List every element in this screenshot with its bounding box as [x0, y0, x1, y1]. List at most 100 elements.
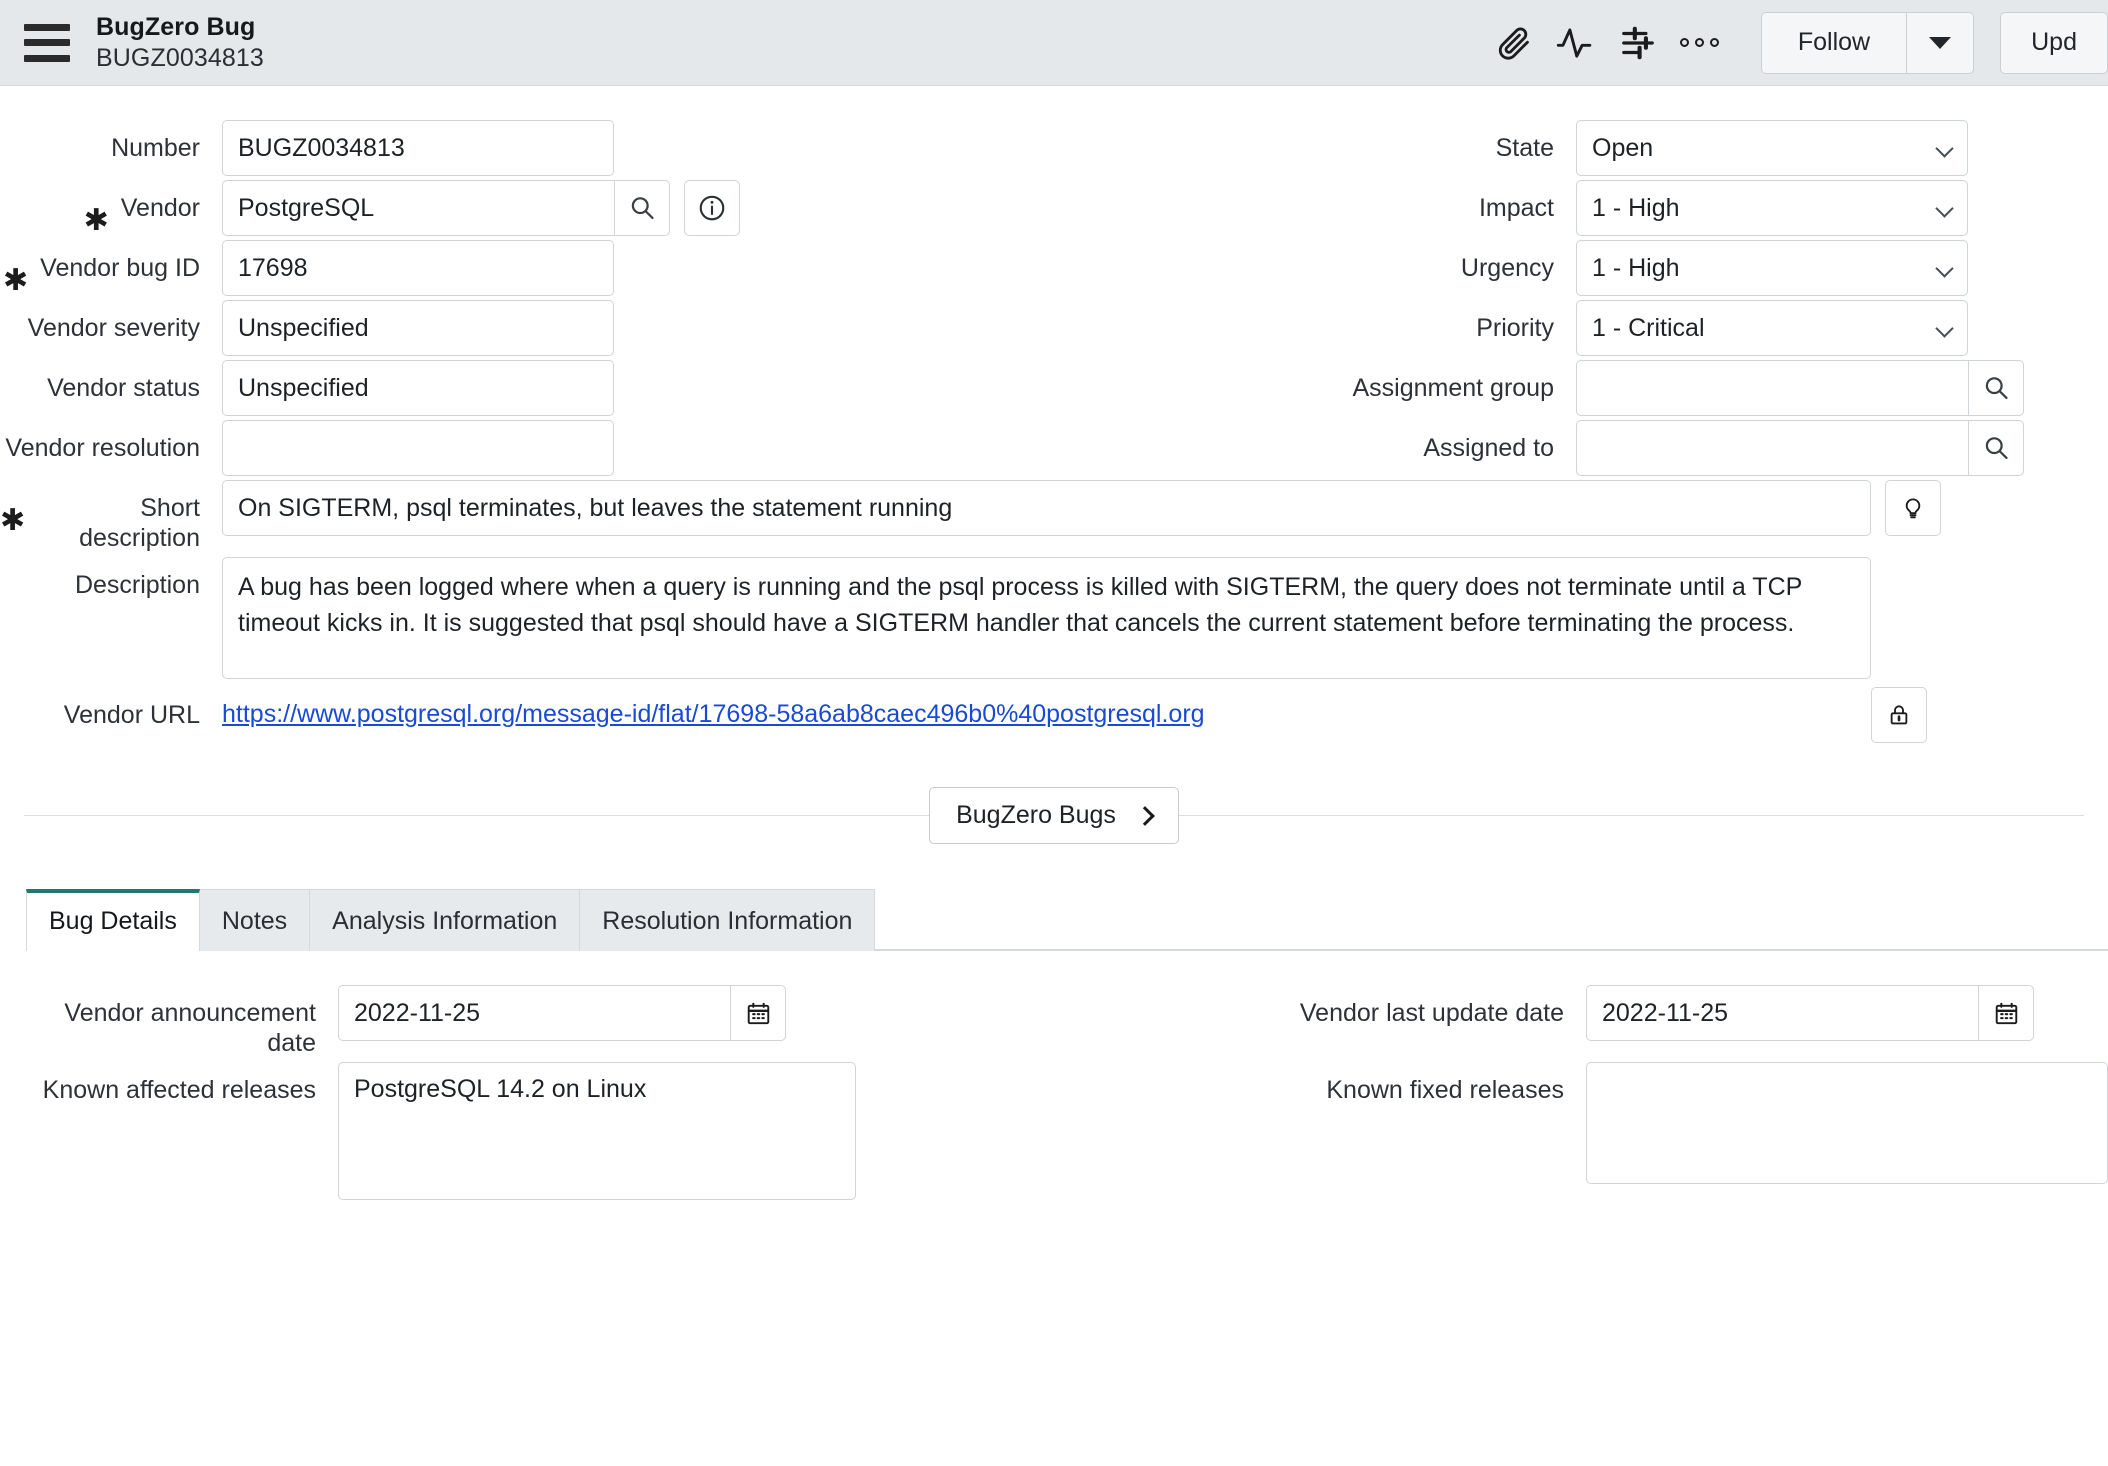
urgency-label: Urgency	[1054, 240, 1554, 284]
form-row-severity-priority: Vendor severity Priority 1 - Critical	[0, 300, 2108, 356]
tab-analysis-information[interactable]: Analysis Information	[310, 889, 580, 951]
assigned-to-input[interactable]	[1576, 420, 1968, 476]
priority-label: Priority	[1054, 300, 1554, 344]
form-row-vendor-impact: ✱ Vendor	[0, 180, 2108, 236]
record-number-title: BUGZ0034813	[96, 43, 264, 74]
field-description: Description A bug has been logged where …	[0, 557, 1871, 679]
calendar-icon-button[interactable]	[730, 985, 786, 1041]
divider-left	[24, 815, 929, 816]
known-fixed-releases-label: Known fixed releases	[1094, 1062, 1564, 1106]
field-number: Number	[0, 120, 1054, 176]
app-header: BugZero Bug BUGZ0034813 Follow	[0, 0, 2108, 86]
header-actions: Follow Upd	[1483, 0, 2108, 85]
vendor-info-button[interactable]	[684, 180, 740, 236]
vendor-severity-label: Vendor severity	[0, 300, 200, 344]
vendor-url-link[interactable]: https://www.postgresql.org/message-id/fl…	[222, 687, 1205, 729]
field-state: State Open	[1054, 120, 2108, 176]
form-row-announcement-lastupdate: Vendor announcement date	[26, 985, 2108, 1058]
known-affected-releases-textarea[interactable]: PostgreSQL 14.2 on Linux	[338, 1062, 856, 1200]
required-star-icon: ✱	[84, 194, 109, 236]
field-vendor-status: Vendor status	[0, 360, 1054, 416]
follow-button[interactable]: Follow	[1761, 12, 1907, 74]
vendor-announcement-date-label: Vendor announcement date	[26, 985, 316, 1058]
field-impact: Impact 1 - High	[1054, 180, 2108, 236]
known-fixed-releases-textarea[interactable]	[1586, 1062, 2108, 1184]
bugzero-bugs-related-link[interactable]: BugZero Bugs	[929, 787, 1179, 844]
vendor-resolution-label: Vendor resolution	[0, 420, 200, 464]
field-assigned-to: Assigned to	[1054, 420, 2108, 476]
assigned-to-lookup-button[interactable]	[1968, 420, 2024, 476]
vendor-input[interactable]	[222, 180, 614, 236]
attachment-icon[interactable]	[1483, 12, 1545, 74]
required-star-icon: ✱	[3, 254, 28, 296]
known-affected-releases-label: Known affected releases	[26, 1062, 316, 1106]
form-row-short-description: ✱ Short description	[0, 480, 2108, 553]
vendor-status-input[interactable]	[222, 360, 614, 416]
follow-button-group: Follow	[1761, 12, 1974, 74]
tab-bug-details[interactable]: Bug Details	[26, 889, 200, 951]
field-priority: Priority 1 - Critical	[1054, 300, 2108, 356]
bug-form: Number State Open ✱ Vendor	[0, 86, 2108, 844]
field-vendor-resolution: Vendor resolution	[0, 420, 1054, 476]
update-button[interactable]: Upd	[2000, 12, 2108, 74]
form-row-vendor-url: Vendor URL https://www.postgresql.org/me…	[0, 687, 2108, 743]
personalize-form-icon[interactable]	[1607, 12, 1669, 74]
vendor-label: Vendor	[121, 194, 200, 224]
vendor-bug-id-input[interactable]	[222, 240, 614, 296]
assignment-group-label: Assignment group	[1054, 360, 1554, 404]
hamburger-menu-icon[interactable]	[24, 24, 70, 62]
calendar-icon-button[interactable]	[1978, 985, 2034, 1041]
description-textarea[interactable]: A bug has been logged where when a query…	[222, 557, 1871, 679]
activity-icon[interactable]	[1545, 12, 1607, 74]
tab-list: Bug Details Notes Analysis Information R…	[26, 888, 2108, 951]
tab-resolution-information[interactable]: Resolution Information	[580, 889, 875, 951]
impact-select[interactable]: 1 - High	[1576, 180, 1968, 236]
follow-dropdown-button[interactable]	[1907, 12, 1974, 74]
vendor-severity-input[interactable]	[222, 300, 614, 356]
chevron-right-icon	[1135, 806, 1155, 826]
form-row-vendorbugid-urgency: ✱ Vendor bug ID Urgency 1 - High	[0, 240, 2108, 296]
tab-filler	[875, 949, 2108, 950]
more-options-icon[interactable]	[1669, 12, 1731, 74]
vendor-resolution-input[interactable]	[222, 420, 614, 476]
state-label: State	[1054, 120, 1554, 164]
chevron-down-icon	[1929, 37, 1951, 49]
field-vendor-bug-id: ✱ Vendor bug ID	[0, 240, 1054, 296]
field-assignment-group: Assignment group	[1054, 360, 2108, 416]
field-short-description: ✱ Short description	[0, 480, 1941, 553]
vendor-announcement-date-input[interactable]	[338, 985, 730, 1041]
state-select[interactable]: Open	[1576, 120, 1968, 176]
bug-details-pane: Vendor announcement date	[26, 951, 2108, 1200]
vendor-bug-id-label: Vendor bug ID	[40, 254, 200, 284]
impact-label: Impact	[1054, 180, 1554, 224]
lightbulb-icon-button[interactable]	[1885, 480, 1941, 536]
priority-select[interactable]: 1 - Critical	[1576, 300, 1968, 356]
field-urgency: Urgency 1 - High	[1054, 240, 2108, 296]
form-row-resolution-assignedto: Vendor resolution Assigned to	[0, 420, 2108, 476]
vendor-lookup-button[interactable]	[614, 180, 670, 236]
field-vendor-severity: Vendor severity	[0, 300, 1054, 356]
form-row-status-assignmentgroup: Vendor status Assignment group	[0, 360, 2108, 416]
lock-icon-button[interactable]	[1871, 687, 1927, 743]
required-star-icon: ✱	[0, 494, 25, 536]
number-input[interactable]	[222, 120, 614, 176]
assignment-group-lookup-button[interactable]	[1968, 360, 2024, 416]
vendor-last-update-date-input[interactable]	[1586, 985, 1978, 1041]
assigned-to-label: Assigned to	[1054, 420, 1554, 464]
assignment-group-input[interactable]	[1576, 360, 1968, 416]
form-row-known-releases: Known affected releases PostgreSQL 14.2 …	[26, 1062, 2108, 1200]
tabs-section: Bug Details Notes Analysis Information R…	[0, 888, 2108, 1200]
field-vendor: ✱ Vendor	[0, 180, 1054, 236]
tab-notes[interactable]: Notes	[200, 889, 310, 951]
short-description-input[interactable]	[222, 480, 1871, 536]
short-description-label-wrap: ✱ Short description	[0, 480, 200, 553]
urgency-select[interactable]: 1 - High	[1576, 240, 1968, 296]
vendor-status-label: Vendor status	[0, 360, 200, 404]
field-vendor-url: Vendor URL https://www.postgresql.org/me…	[0, 687, 1927, 743]
vendor-label-wrap: ✱ Vendor	[0, 180, 200, 236]
record-type-title: BugZero Bug	[96, 12, 264, 43]
field-known-affected-releases: Known affected releases PostgreSQL 14.2 …	[26, 1062, 1094, 1200]
form-row-description: Description A bug has been logged where …	[0, 557, 2108, 679]
description-label: Description	[0, 557, 200, 601]
field-vendor-announcement-date: Vendor announcement date	[26, 985, 1094, 1058]
